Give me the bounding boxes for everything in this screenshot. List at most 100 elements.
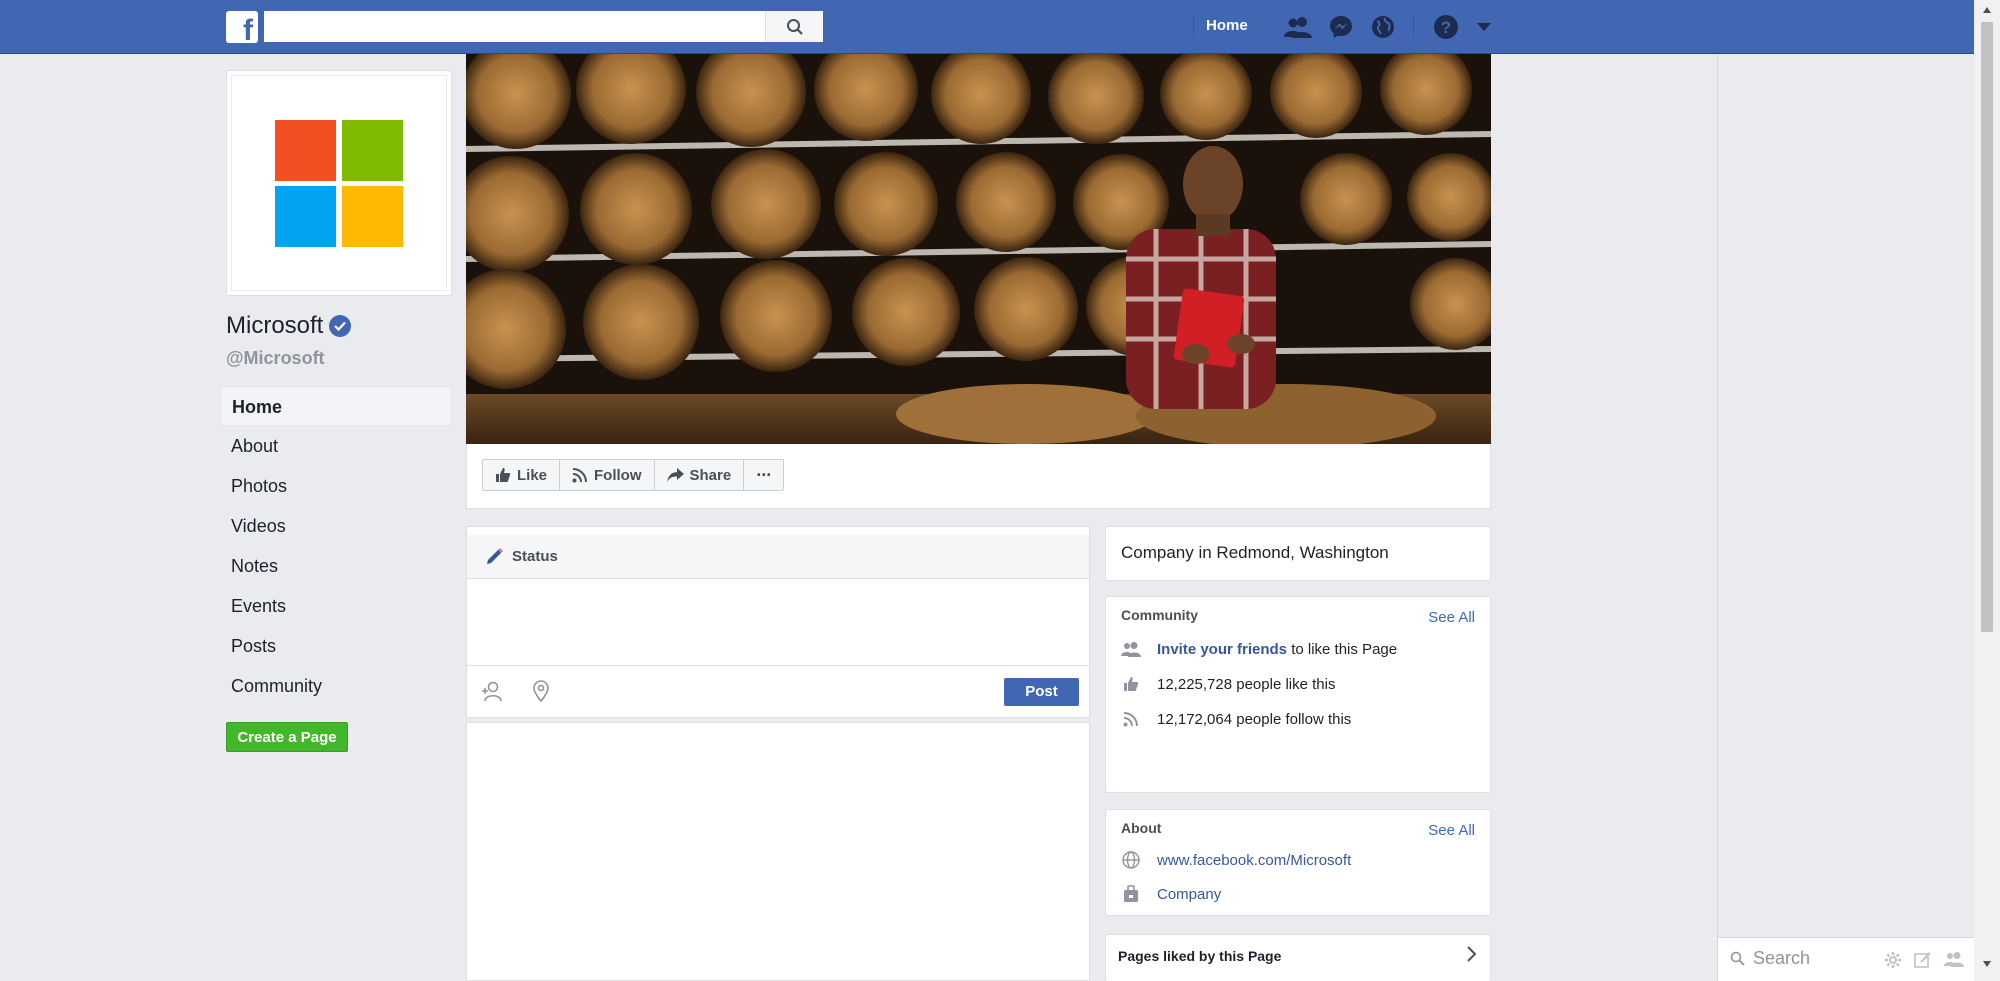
briefcase-icon [1121, 884, 1141, 904]
chat-search-field[interactable]: Search [1730, 948, 1810, 969]
likes-row: 12,225,728 people like this [1121, 674, 1335, 694]
about-see-all-link[interactable]: See All [1428, 822, 1475, 839]
help-icon[interactable]: ? [1431, 12, 1461, 42]
page-title[interactable]: Microsoft [226, 312, 352, 340]
more-options-button[interactable]: ··· [744, 460, 783, 490]
likes-count-text: 12,225,728 people like this [1157, 675, 1336, 693]
follow-label: Follow [594, 466, 642, 484]
composer-tabs: Status [467, 535, 1089, 579]
share-button[interactable]: Share [655, 460, 745, 490]
like-label: Like [517, 466, 548, 484]
left-nav-community[interactable]: Community [220, 666, 452, 706]
microsoft-logo [231, 75, 447, 291]
facebook-logo-icon[interactable]: f [226, 11, 258, 46]
more-dots-icon: ··· [756, 464, 772, 485]
thumbs-up-icon [496, 468, 511, 482]
search-icon [1730, 951, 1745, 966]
community-see-all-link[interactable]: See All [1428, 609, 1475, 626]
new-message-icon[interactable] [1914, 951, 1932, 974]
chat-search-placeholder: Search [1753, 948, 1811, 968]
post-button[interactable]: Post [1004, 678, 1079, 706]
search-icon [786, 18, 803, 35]
logo-square-green [342, 120, 403, 181]
pencil-icon [487, 548, 503, 564]
status-tab-label: Status [512, 547, 558, 565]
left-nav-photos[interactable]: Photos [220, 466, 452, 506]
category-link[interactable]: Company [1157, 886, 1221, 903]
invite-text-suffix: to like this Page [1287, 640, 1398, 658]
globe-notifications-icon[interactable] [1368, 12, 1398, 42]
profile-picture[interactable] [226, 70, 452, 296]
community-card: Community See All Invite your friends to… [1105, 596, 1491, 793]
create-page-button[interactable]: Create a Page [226, 722, 348, 752]
logo-square-blue [275, 186, 336, 247]
scrollbar-thumb[interactable] [1981, 22, 1993, 632]
follow-button[interactable]: Follow [560, 460, 655, 490]
left-nav-posts[interactable]: Posts [220, 626, 452, 666]
create-group-icon[interactable] [1944, 951, 1964, 972]
location-pin-icon[interactable] [531, 680, 551, 707]
left-nav-events[interactable]: Events [220, 586, 452, 626]
composer-footer: Post [467, 665, 1089, 717]
invite-text: Invite your friends to like this Page [1157, 641, 1397, 658]
friends-icon [1121, 639, 1141, 659]
search-field[interactable] [264, 11, 823, 42]
logo-square-yellow [342, 186, 403, 247]
left-nav-notes[interactable]: Notes [220, 546, 452, 586]
rss-icon [1121, 709, 1141, 729]
post-composer: Status Post [466, 526, 1090, 718]
share-label: Share [689, 466, 732, 484]
invite-friends-row: Invite your friends to like this Page [1121, 639, 1397, 659]
page-action-bar: Like Follow Share ··· [466, 444, 1491, 509]
category-card: Company in Redmond, Washington [1105, 526, 1491, 581]
pages-liked-title: Pages liked by this Page [1118, 948, 1282, 964]
caret-down-icon[interactable] [1469, 12, 1499, 42]
community-title: Community [1121, 607, 1198, 623]
feed-area [466, 722, 1090, 981]
scroll-up-arrow-icon[interactable] [1982, 6, 1992, 14]
thumbs-up-icon [1121, 674, 1141, 694]
follows-row: 12,172,064 people follow this [1121, 709, 1351, 729]
logo-square-red [275, 120, 336, 181]
category-row: Company [1121, 884, 1221, 904]
status-textarea[interactable] [467, 579, 1089, 665]
nav-home-link[interactable]: Home [1193, 15, 1248, 37]
tag-people-icon[interactable] [481, 680, 503, 707]
svg-text:?: ? [1441, 18, 1451, 37]
about-card: About See All www.facebook.com/Microsoft… [1105, 809, 1491, 916]
left-nav: Home About Photos Videos Notes Events Po… [220, 386, 452, 706]
page-scrollbar[interactable] [1974, 0, 2000, 981]
status-tab[interactable]: Status [486, 547, 558, 565]
search-input[interactable] [264, 11, 823, 42]
pages-liked-card[interactable]: Pages liked by this Page [1105, 934, 1491, 981]
chat-settings-gear-icon[interactable] [1884, 951, 1902, 974]
scroll-down-arrow-icon[interactable] [1982, 960, 1992, 968]
chat-sidebar [1717, 54, 1974, 981]
website-row: www.facebook.com/Microsoft [1121, 850, 1351, 870]
page-handle[interactable]: @Microsoft [226, 348, 325, 369]
search-button[interactable] [765, 11, 823, 42]
left-nav-home[interactable]: Home [220, 386, 452, 426]
left-nav-videos[interactable]: Videos [220, 506, 452, 546]
chevron-right-icon[interactable] [1466, 946, 1477, 967]
about-title: About [1121, 820, 1162, 836]
friend-requests-icon[interactable] [1283, 12, 1313, 42]
globe-icon [1121, 850, 1141, 870]
top-bar: f Home ? [0, 0, 1974, 54]
left-nav-about[interactable]: About [220, 426, 452, 466]
cover-image [466, 54, 1491, 444]
category-text[interactable]: Company in Redmond, Washington [1121, 543, 1389, 563]
top-divider [1413, 15, 1414, 37]
invite-friends-link[interactable]: Invite your friends [1157, 641, 1287, 658]
share-arrow-icon [666, 468, 684, 482]
website-link[interactable]: www.facebook.com/Microsoft [1157, 852, 1351, 869]
action-buttons: Like Follow Share ··· [482, 459, 785, 491]
page-name-text[interactable]: Microsoft [226, 312, 323, 340]
messenger-icon[interactable] [1326, 12, 1356, 42]
follows-count-text: 12,172,064 people follow this [1157, 710, 1352, 728]
cover-photo[interactable] [466, 54, 1491, 444]
like-button[interactable]: Like [483, 460, 561, 490]
rss-icon [572, 468, 588, 483]
verified-badge-icon [329, 315, 352, 337]
chat-search-bar: Search [1717, 937, 1974, 981]
